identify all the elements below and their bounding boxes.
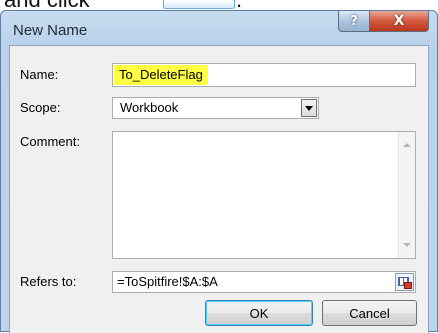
name-label: Name: [20,67,59,82]
scope-value: Workbook [120,100,179,115]
dialog-title: New Name [13,22,88,39]
help-icon: ? [350,13,358,29]
close-icon: X [393,13,405,29]
comment-label: Comment: [20,134,80,149]
refers-to-input[interactable]: =ToSpitfire!$A:$A [112,271,416,293]
help-button[interactable]: ? [338,11,370,32]
cancel-button-label: Cancel [349,305,390,321]
ok-button[interactable]: OK [205,300,313,326]
scope-select[interactable]: Workbook [112,97,319,119]
range-select-button[interactable] [395,273,414,291]
cancel-button[interactable]: Cancel [322,300,417,326]
scroll-down-icon[interactable] [403,243,411,247]
refers-to-label: Refers to: [20,274,77,289]
scope-label: Scope: [20,100,61,115]
comment-scrollbar[interactable] [398,132,415,258]
name-input[interactable]: To_DeleteFlag [112,63,416,87]
inline-button-image [163,0,235,9]
close-button[interactable]: X [369,11,429,32]
scroll-up-icon[interactable] [403,143,411,147]
scope-dropdown-button[interactable] [301,99,317,117]
range-select-icon-accent [404,282,412,289]
dialog-body: Name: To_DeleteFlag Scope: Workbook Comm… [9,45,429,333]
name-value: To_DeleteFlag [114,65,208,85]
chevron-down-icon [305,106,313,111]
comment-textarea[interactable] [112,131,416,259]
new-name-dialog: New Name ? X Name: To_DeleteFlag Scope: … [0,10,438,333]
ok-button-label: OK [249,305,269,321]
refers-to-value: =ToSpitfire!$A:$A [117,274,218,289]
